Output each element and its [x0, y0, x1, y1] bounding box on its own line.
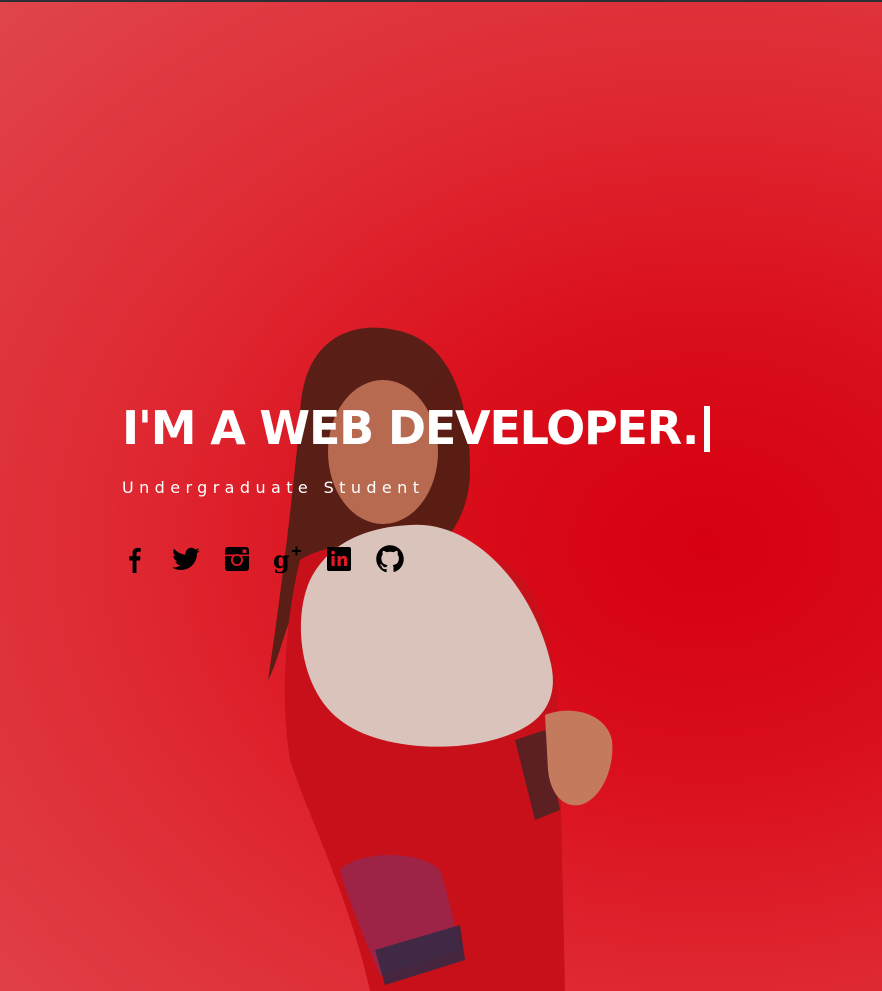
- instagram-link[interactable]: [222, 544, 252, 574]
- github-icon: [376, 545, 404, 573]
- page-title: I'M A WEB DEVELOPER.: [122, 398, 711, 458]
- hero-section: I'M A WEB DEVELOPER. Undergraduate Stude…: [0, 0, 882, 991]
- instagram-icon: [225, 547, 249, 571]
- social-links: g: [120, 544, 426, 574]
- twitter-icon: [172, 547, 200, 570]
- google-plus-link[interactable]: g: [273, 544, 303, 574]
- google-plus-icon: g: [273, 545, 301, 574]
- github-link[interactable]: [375, 544, 405, 574]
- linkedin-icon: [327, 547, 351, 571]
- facebook-icon: [129, 547, 141, 573]
- headline-text: I'M A WEB DEVELOPER.: [122, 401, 699, 455]
- twitter-link[interactable]: [171, 544, 201, 574]
- facebook-link[interactable]: [120, 544, 150, 574]
- typing-cursor: [704, 406, 711, 452]
- subtitle: Undergraduate Student: [122, 478, 425, 497]
- svg-text:g: g: [273, 545, 290, 574]
- linkedin-link[interactable]: [324, 544, 354, 574]
